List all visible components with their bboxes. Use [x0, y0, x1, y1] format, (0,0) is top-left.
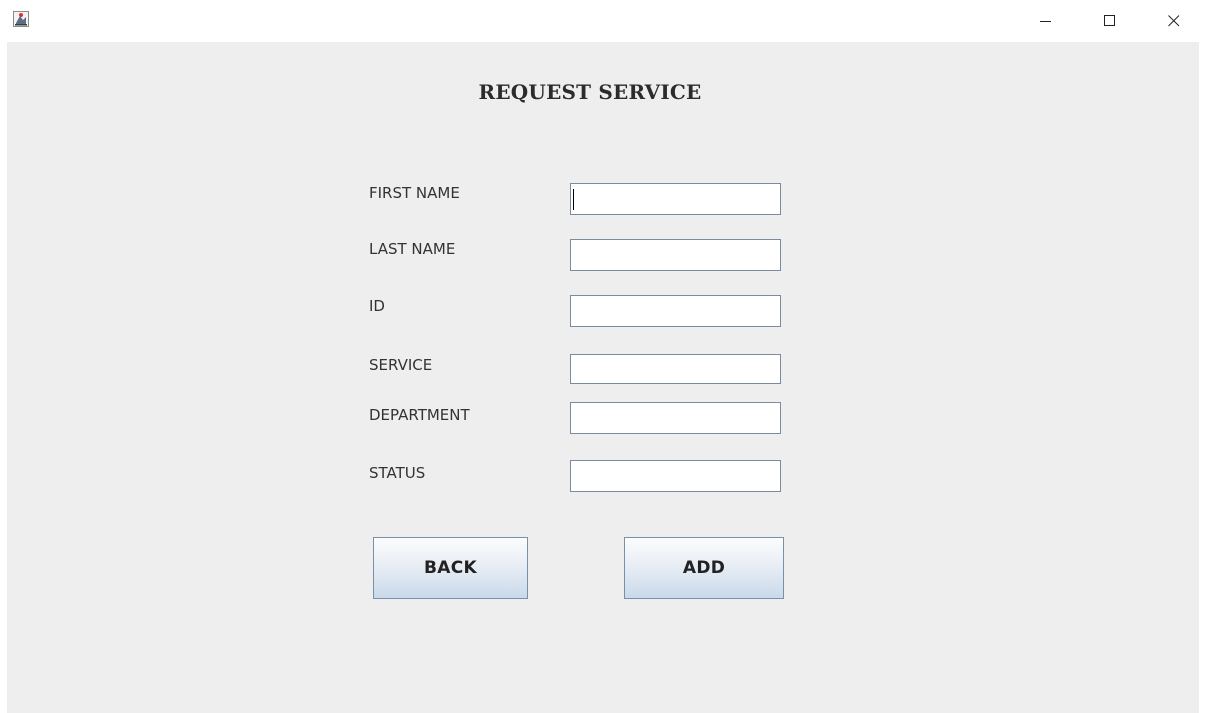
add-button[interactable]: ADD: [624, 537, 784, 599]
form-panel: REQUEST SERVICE FIRST NAME LAST NAME ID …: [7, 42, 1199, 713]
service-input[interactable]: [570, 354, 781, 384]
id-input[interactable]: [570, 295, 781, 327]
first-name-label: FIRST NAME: [369, 184, 460, 202]
java-app-icon: [13, 11, 29, 27]
status-label: STATUS: [369, 464, 426, 482]
minimize-icon: [1040, 21, 1051, 22]
first-name-input[interactable]: [570, 183, 781, 215]
id-label: ID: [369, 297, 385, 315]
maximize-icon: [1104, 15, 1115, 26]
service-label: SERVICE: [369, 356, 433, 374]
back-button[interactable]: BACK: [373, 537, 528, 599]
maximize-button[interactable]: [1087, 0, 1133, 42]
department-input[interactable]: [570, 402, 781, 434]
minimize-button[interactable]: [1023, 0, 1069, 42]
text-caret: [573, 189, 574, 210]
department-label: DEPARTMENT: [369, 406, 470, 424]
window-titlebar: [0, 0, 1206, 42]
last-name-input[interactable]: [570, 239, 781, 271]
close-button[interactable]: [1151, 0, 1197, 42]
status-input[interactable]: [570, 460, 781, 492]
close-icon: [1168, 15, 1180, 27]
last-name-label: LAST NAME: [369, 240, 456, 258]
page-title: REQUEST SERVICE: [478, 80, 702, 104]
